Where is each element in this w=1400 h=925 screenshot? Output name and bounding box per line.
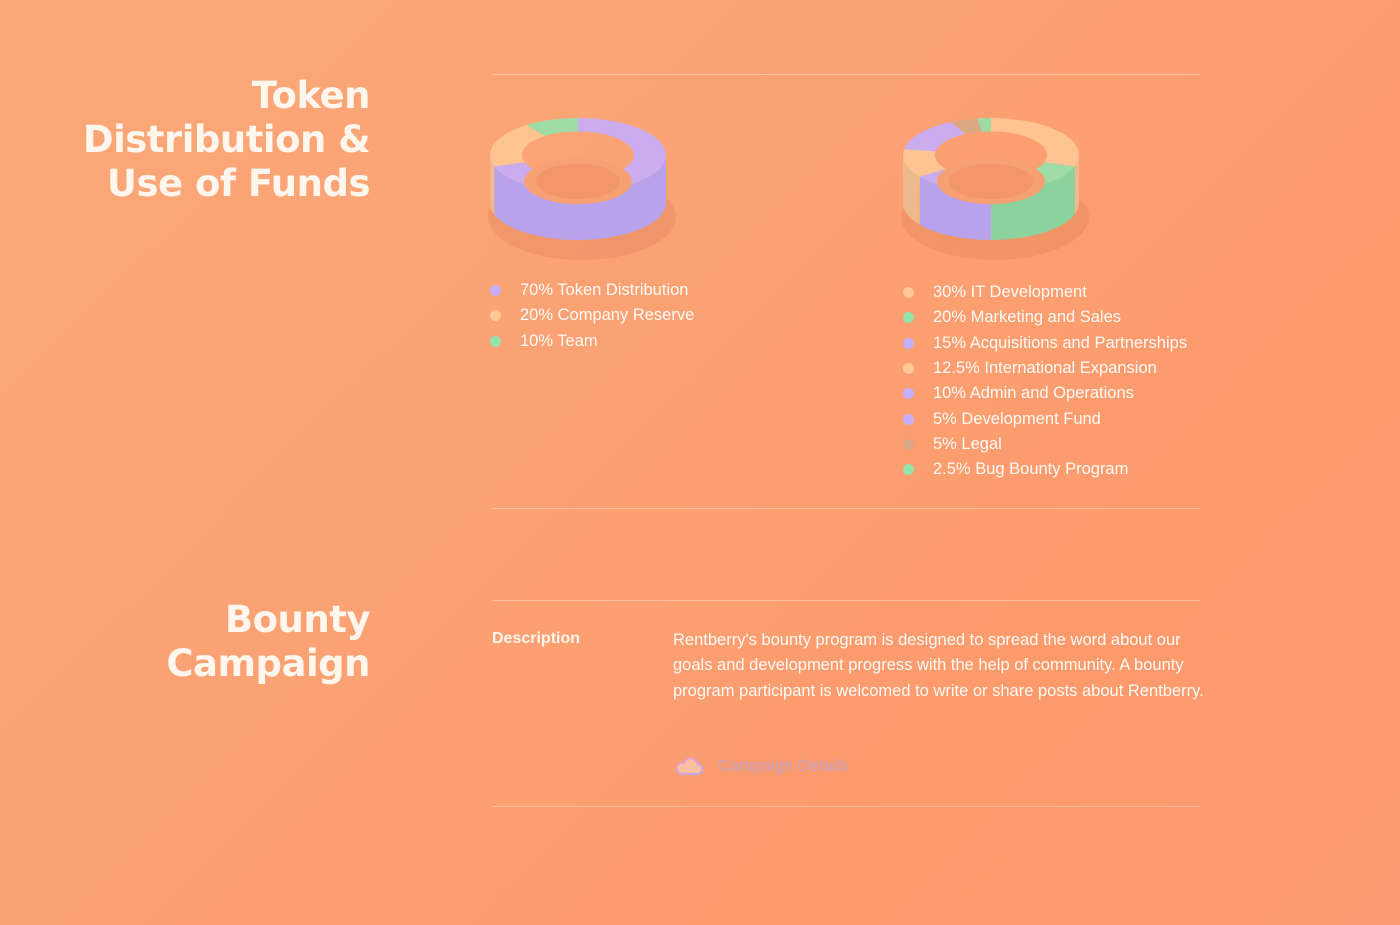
legend-dot-icon (490, 310, 501, 322)
legend-label: 30% IT Development (933, 283, 1087, 302)
legend-dot-icon (903, 464, 914, 476)
legend-dot-icon (903, 413, 914, 425)
bounty-section-title: Bounty Campaign (50, 598, 370, 686)
legend-label: 20% Company Reserve (520, 306, 695, 325)
campaign-details-label: Campaign Details (718, 756, 849, 775)
token-title-line: Use of Funds (106, 162, 371, 205)
legend-item: 20% Marketing and Sales (903, 305, 1187, 330)
legend-label: 12.5% International Expansion (933, 359, 1157, 378)
legend-dot-icon (903, 388, 914, 400)
bounty-title-line: Campaign (166, 642, 370, 685)
cloud-icon (675, 757, 704, 775)
legend-label: 20% Marketing and Sales (933, 308, 1122, 327)
legend-dot-icon (903, 287, 914, 299)
legend-item: 15% Acquisitions and Partnerships (903, 331, 1187, 356)
token-title-line: Distribution & (82, 118, 371, 161)
campaign-details-link[interactable]: Campaign Details (673, 753, 848, 779)
chart2-slice-0 (991, 118, 1079, 167)
legend-item: 10% Admin and Operations (903, 381, 1187, 406)
legend-label: 5% Development Fund (933, 409, 1101, 428)
divider-middle (492, 508, 1200, 509)
token-distribution-legend: 70% Token Distribution 20% Company Reserv… (490, 278, 694, 354)
divider-bounty-top (492, 600, 1200, 601)
chart1-slice-1 (490, 125, 546, 167)
legend-label: 10% Team (520, 331, 598, 350)
legend-dot-icon (903, 363, 914, 375)
description-text: Rentberry's bounty program is designed t… (673, 631, 1204, 700)
legend-label: 10% Admin and Operations (933, 384, 1134, 403)
bounty-title-line: Bounty (224, 598, 371, 641)
token-distribution-chart (488, 118, 676, 260)
legend-item: 20% Company Reserve (490, 303, 694, 328)
legend-label: 2.5% Bug Bounty Program (933, 460, 1129, 479)
legend-item: 30% IT Development (903, 280, 1187, 305)
legend-item: 2.5% Bug Bounty Program (903, 457, 1187, 482)
use-of-funds-legend: 30% IT Development 20% Marketing and Sale… (903, 280, 1187, 482)
use-of-funds-chart (901, 118, 1089, 260)
divider-top (492, 74, 1200, 75)
legend-item: 70% Token Distribution (490, 278, 694, 303)
legend-item: 5% Legal (903, 432, 1187, 457)
description-label: Description (492, 630, 581, 647)
legend-dot-icon (490, 285, 501, 297)
legend-dot-icon (903, 337, 914, 349)
legend-dot-icon (903, 312, 914, 324)
legend-item: 10% Team (490, 329, 694, 354)
chart-hole-shadow (536, 163, 620, 200)
legend-dot-icon (903, 438, 914, 450)
divider-bottom (492, 806, 1200, 807)
legend-item: 5% Development Fund (903, 406, 1187, 431)
legend-item: 12.5% International Expansion (903, 356, 1187, 381)
legend-dot-icon (490, 335, 501, 347)
legend-label: 5% Legal (933, 434, 1002, 453)
legend-label: 70% Token Distribution (520, 281, 689, 300)
token-title-line: Token (251, 74, 371, 117)
chart-hole-shadow (949, 163, 1033, 200)
legend-label: 15% Acquisitions and Partnerships (933, 333, 1188, 352)
token-section-title: Token Distribution & Use of Funds (50, 74, 371, 206)
